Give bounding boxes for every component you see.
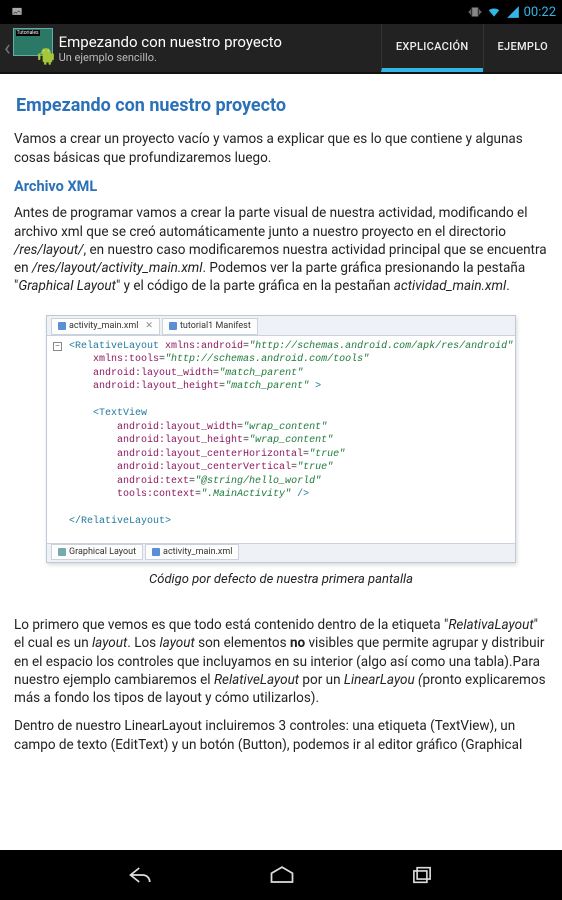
- page-subtitle: Un ejemplo sencillo.: [59, 51, 282, 64]
- editor-tabs-top: activity_main.xml✕ tutorial1 Manifest: [47, 316, 515, 335]
- wifi-icon: [486, 5, 502, 19]
- up-nav-icon[interactable]: ‹: [0, 36, 13, 61]
- fold-toggle-icon: −: [53, 342, 62, 351]
- action-bar: ‹ Empezando con nuestro proyecto Un ejem…: [0, 24, 562, 74]
- layout-icon: [58, 548, 66, 556]
- manifest-file-icon: [169, 322, 177, 330]
- code-screenshot: activity_main.xml✕ tutorial1 Manifest −<…: [46, 315, 516, 562]
- android-nav-bar: [0, 850, 562, 900]
- recents-button[interactable]: [409, 863, 435, 887]
- home-button[interactable]: [268, 863, 296, 887]
- tab-ejemplo[interactable]: EJEMPLO: [483, 24, 562, 72]
- controls-paragraph: Dentro de nuestro LinearLayout incluirem…: [14, 717, 548, 753]
- editor-tab: activity_main.xml✕: [51, 318, 160, 334]
- page-title: Empezando con nuestro proyecto: [59, 33, 282, 51]
- article-heading: Empezando con nuestro proyecto: [16, 94, 548, 118]
- editor-bottom-tab: activity_main.xml: [145, 544, 239, 560]
- editor-tab: tutorial1 Manifest: [162, 318, 258, 334]
- intro-paragraph: Vamos a crear un proyecto vacío y vamos …: [14, 130, 548, 166]
- android-robot-icon: [37, 46, 55, 70]
- notification-icon: [10, 5, 24, 19]
- app-icon[interactable]: [13, 28, 53, 68]
- status-time: 00:22: [524, 5, 556, 20]
- section-heading-xml: Archivo XML: [14, 177, 548, 197]
- article-content[interactable]: Empezando con nuestro proyecto Vamos a c…: [0, 74, 562, 850]
- code-body: −<RelativeLayout xmlns:android="http://s…: [47, 336, 515, 543]
- editor-bottom-tab: Graphical Layout: [51, 544, 143, 560]
- xml-file-icon: [152, 548, 160, 556]
- tab-explicacion[interactable]: EXPLICACIÓN: [381, 24, 483, 72]
- xml-paragraph: Antes de programar vamos a crear la part…: [14, 204, 548, 295]
- vibrate-icon: [468, 5, 482, 19]
- action-tabs: EXPLICACIÓN EJEMPLO: [381, 24, 562, 72]
- back-button[interactable]: [127, 863, 155, 887]
- layout-paragraph: Lo primero que vemos es que todo está co…: [14, 616, 548, 707]
- xml-file-icon: [58, 322, 66, 330]
- android-status-bar: 00:22: [0, 0, 562, 24]
- editor-tabs-bottom: Graphical Layout activity_main.xml: [47, 543, 515, 562]
- signal-icon: [506, 5, 520, 19]
- figure-caption: Código por defecto de nuestra primera pa…: [14, 571, 548, 589]
